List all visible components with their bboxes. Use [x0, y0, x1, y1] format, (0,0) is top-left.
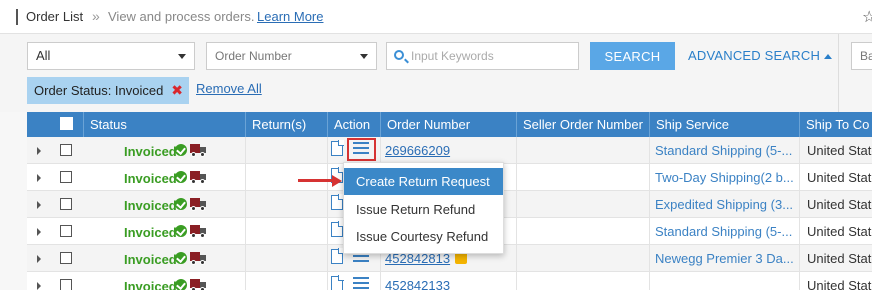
ship-service-link[interactable]: Two-Day Shipping(2 b...	[655, 170, 794, 185]
ship-service-link[interactable]: Newegg Premier 3 Da...	[655, 251, 794, 266]
filter-chip-order-status: Order Status: Invoiced ✖	[27, 77, 189, 104]
ship-service-link[interactable]: Standard Shipping (5-...	[655, 224, 792, 239]
truck-icon	[190, 279, 206, 290]
table-header: Status Return(s) Action Order Number Sel…	[27, 112, 872, 137]
status-text: Invoiced	[124, 144, 177, 159]
chevron-up-icon	[824, 54, 833, 60]
page-title: Order List	[26, 9, 84, 24]
filter-bar: All Order Number SEARCH ADVANCED SEARCH …	[0, 34, 872, 112]
advanced-search-toggle[interactable]: ADVANCED SEARCH	[688, 48, 833, 63]
search-field-value: Order Number	[215, 49, 292, 63]
order-number-link[interactable]: 452842133	[385, 278, 450, 290]
ship-service-link[interactable]: Standard Shipping (5-...	[655, 143, 792, 158]
header-seller-order-number[interactable]: Seller Order Number	[516, 112, 649, 137]
ship-service-link[interactable]: Expedited Shipping (3...	[655, 197, 793, 212]
order-number-link[interactable]: 269666209	[385, 143, 450, 158]
page-description: View and process orders.	[108, 9, 255, 24]
expand-triangle-icon[interactable]	[37, 174, 41, 182]
remove-all-link[interactable]: Remove All	[196, 81, 262, 96]
select-all-checkbox[interactable]	[60, 117, 73, 130]
status-text: Invoiced	[124, 225, 177, 240]
row-checkbox[interactable]	[60, 144, 72, 156]
breadcrumb-bar	[16, 9, 18, 25]
ship-to-country: United State	[807, 224, 872, 239]
row-checkbox[interactable]	[60, 279, 72, 290]
check-circle-icon	[175, 252, 187, 264]
check-circle-icon	[175, 279, 187, 290]
check-circle-icon	[175, 171, 187, 183]
truck-icon	[190, 198, 206, 211]
divider	[838, 34, 839, 112]
search-field-select[interactable]: Order Number	[206, 42, 377, 70]
expand-triangle-icon[interactable]	[37, 228, 41, 236]
check-circle-icon	[175, 144, 187, 156]
header-order-number[interactable]: Order Number	[380, 112, 516, 137]
search-button[interactable]: SEARCH	[590, 42, 675, 70]
document-icon[interactable]	[331, 275, 344, 290]
breadcrumb: Order List » View and process orders. Le…	[0, 0, 872, 34]
status-text: Invoiced	[124, 279, 177, 290]
advanced-search-label: ADVANCED SEARCH	[688, 48, 821, 63]
row-checkbox[interactable]	[60, 252, 72, 264]
truck-icon	[190, 144, 206, 157]
annotation-arrow	[298, 175, 344, 187]
document-icon[interactable]	[331, 221, 344, 237]
list-icon[interactable]	[353, 277, 369, 290]
truck-icon	[190, 171, 206, 184]
header-returns[interactable]: Return(s)	[245, 112, 327, 137]
document-icon[interactable]	[331, 248, 344, 264]
row-checkbox[interactable]	[60, 225, 72, 237]
action-highlight-box	[347, 138, 376, 161]
ship-to-country: United State	[807, 278, 872, 290]
header-status[interactable]: Status	[83, 112, 245, 137]
star-icon[interactable]: ☆	[862, 7, 872, 27]
row-checkbox[interactable]	[60, 171, 72, 183]
chevron-down-icon	[360, 54, 368, 59]
keyword-input[interactable]	[411, 47, 571, 65]
status-select[interactable]: All	[27, 42, 195, 70]
header-ship-service[interactable]: Ship Service	[649, 112, 799, 137]
expand-triangle-icon[interactable]	[37, 147, 41, 155]
status-text: Invoiced	[124, 171, 177, 186]
close-icon[interactable]: ✖	[171, 77, 183, 104]
ship-to-country: United State	[807, 170, 872, 185]
right-select-value: Ba	[860, 49, 872, 63]
ship-to-country: United State	[807, 143, 872, 158]
table-row[interactable]: Invoiced 269666209 Standard Shipping (5-…	[27, 137, 872, 164]
search-icon	[394, 50, 404, 60]
truck-icon	[190, 252, 206, 265]
truck-icon	[190, 225, 206, 238]
filter-chip-label: Order Status: Invoiced	[34, 83, 164, 98]
expand-triangle-icon[interactable]	[37, 255, 41, 263]
menu-item-issue-return-refund[interactable]: Issue Return Refund	[344, 196, 503, 223]
header-action: Action	[327, 112, 380, 137]
right-select[interactable]: Ba	[851, 42, 872, 70]
breadcrumb-separator: »	[92, 8, 100, 24]
expand-triangle-icon[interactable]	[37, 282, 41, 290]
learn-more-link[interactable]: Learn More	[257, 9, 323, 24]
menu-item-create-return-request[interactable]: Create Return Request	[344, 168, 503, 195]
chevron-down-icon	[178, 54, 186, 59]
ship-to-country: United State	[807, 197, 872, 212]
status-text: Invoiced	[124, 198, 177, 213]
row-checkbox[interactable]	[60, 198, 72, 210]
check-circle-icon	[175, 225, 187, 237]
document-icon[interactable]	[331, 140, 344, 156]
table-row[interactable]: Invoiced 452842133 United State	[27, 272, 872, 290]
document-icon[interactable]	[331, 194, 344, 210]
ship-to-country: United State	[807, 251, 872, 266]
check-circle-icon	[175, 198, 187, 210]
action-menu: Create Return Request Issue Return Refun…	[343, 162, 504, 254]
keyword-search-box[interactable]	[386, 42, 579, 70]
header-ship-to-country[interactable]: Ship To Co	[799, 112, 872, 137]
menu-item-issue-courtesy-refund[interactable]: Issue Courtesy Refund	[344, 223, 503, 250]
status-select-value: All	[36, 48, 51, 63]
status-text: Invoiced	[124, 252, 177, 267]
expand-triangle-icon[interactable]	[37, 201, 41, 209]
